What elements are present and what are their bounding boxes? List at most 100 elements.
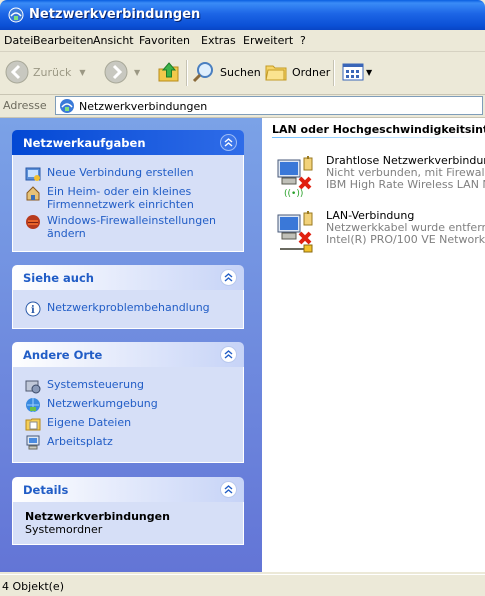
task-firewall-label: Windows-Firewalleinstellungen ändern xyxy=(47,214,216,240)
task-home-network[interactable]: Ein Heim- oder ein kleines Firmennetzwer… xyxy=(25,185,235,211)
menu-help[interactable]: ? xyxy=(300,34,306,47)
other-places-body: Systemsteuerung Netzwerkumgebung Eigene … xyxy=(12,367,244,463)
task-new-connection-label: Neue Verbindung erstellen xyxy=(47,166,194,179)
views-button[interactable]: ▼ xyxy=(341,58,372,86)
other-places-title: Andere Orte xyxy=(23,348,103,362)
link-troubleshooting-label: Netzwerkproblembehandlung xyxy=(47,301,210,314)
details-panel: Details Netzwerkverbindungen Systemordne… xyxy=(12,477,244,545)
up-folder-button[interactable] xyxy=(156,58,182,86)
task-home-network-line2: Firmennetzwerk einrichten xyxy=(47,198,194,211)
forward-arrow-icon xyxy=(104,60,128,84)
folders-label: Ordner xyxy=(292,65,331,79)
new-connection-icon xyxy=(25,167,41,181)
group-divider xyxy=(272,137,485,138)
forward-dropdown-icon[interactable]: ▼ xyxy=(134,68,140,77)
connection-wireless[interactable]: ((•)) Drahtlose Netzwerkverbindung Nicht… xyxy=(274,154,485,198)
my-documents-icon xyxy=(25,418,41,431)
firewall-icon xyxy=(26,215,40,229)
menu-bar: Datei Bearbeiten Ansicht Favoriten Extra… xyxy=(0,30,485,52)
details-type: Systemordner xyxy=(25,523,103,536)
see-also-body: i Netzwerkproblembehandlung xyxy=(12,290,244,329)
network-tasks-title: Netzwerkaufgaben xyxy=(23,136,146,150)
toolbar-separator xyxy=(186,60,188,86)
menu-ansicht[interactable]: Ansicht xyxy=(93,34,134,47)
wireless-connection-icon: ((•)) xyxy=(277,156,313,198)
status-text: 4 Objekt(e) xyxy=(2,580,64,593)
status-bar: 4 Objekt(e) xyxy=(0,574,485,596)
other-places-header[interactable]: Andere Orte xyxy=(12,342,244,367)
network-connections-icon xyxy=(8,7,24,23)
help-info-icon: i xyxy=(25,301,41,317)
search-icon xyxy=(192,62,213,83)
address-label: Adresse xyxy=(3,99,47,112)
views-dropdown-icon[interactable]: ▼ xyxy=(366,68,372,77)
menu-datei[interactable]: Datei xyxy=(4,34,33,47)
network-connections-icon xyxy=(60,99,74,113)
network-tasks-panel: Netzwerkaufgaben Neue Verbindung erstell… xyxy=(12,130,244,252)
link-network-places[interactable]: Netzwerkumgebung xyxy=(25,397,235,413)
task-new-connection[interactable]: Neue Verbindung erstellen xyxy=(25,166,235,182)
link-my-documents-label: Eigene Dateien xyxy=(47,416,132,429)
svg-text:i: i xyxy=(31,305,35,316)
views-icon xyxy=(342,63,364,81)
collapse-chevron-icon[interactable] xyxy=(220,134,237,151)
link-troubleshooting[interactable]: i Netzwerkproblembehandlung xyxy=(25,301,235,317)
menu-bearbeiten[interactable]: Bearbeiten xyxy=(33,34,93,47)
connection-device: IBM High Rate Wireless LAN Mi... xyxy=(326,178,485,191)
back-label: Zurück xyxy=(33,65,72,79)
details-title: Details xyxy=(23,483,69,497)
link-control-panel-label: Systemsteuerung xyxy=(47,378,145,391)
window-title: Netzwerkverbindungen xyxy=(29,7,201,22)
forward-button[interactable]: ▼ xyxy=(104,58,140,86)
menu-erweitert[interactable]: Erweitert xyxy=(243,34,293,47)
up-folder-icon xyxy=(158,62,179,82)
explorer-window: Netzwerkverbindungen Datei Bearbeiten An… xyxy=(0,0,485,596)
connection-lan[interactable]: LAN-Verbindung Netzwerkkabel wurde entfe… xyxy=(274,209,485,253)
search-button[interactable]: Suchen xyxy=(192,58,261,86)
home-network-icon xyxy=(26,186,40,201)
task-firewall-line1: Windows-Firewalleinstellungen xyxy=(47,214,216,227)
task-pane: Netzwerkaufgaben Neue Verbindung erstell… xyxy=(0,118,262,572)
other-places-panel: Andere Orte Systemsteuerung Netzwerkumge xyxy=(12,342,244,463)
task-home-network-line1: Ein Heim- oder ein kleines xyxy=(47,185,192,198)
svg-text:((•)): ((•)) xyxy=(284,189,303,198)
group-header: LAN oder Hochgeschwindigkeitsinternet xyxy=(272,123,485,136)
search-label: Suchen xyxy=(220,65,261,79)
collapse-chevron-icon[interactable] xyxy=(220,481,237,498)
link-my-documents[interactable]: Eigene Dateien xyxy=(25,416,235,432)
lan-connection-icon xyxy=(277,211,313,253)
connection-device: Intel(R) PRO/100 VE Network ... xyxy=(326,233,485,246)
details-name: Netzwerkverbindungen xyxy=(25,510,170,523)
collapse-chevron-icon[interactable] xyxy=(220,346,237,363)
details-header[interactable]: Details xyxy=(12,477,244,502)
see-also-header[interactable]: Siehe auch xyxy=(12,265,244,290)
collapse-chevron-icon[interactable] xyxy=(220,269,237,286)
my-computer-icon xyxy=(26,435,40,450)
back-dropdown-icon[interactable]: ▼ xyxy=(79,68,85,77)
network-tasks-body: Neue Verbindung erstellen Ein Heim- oder… xyxy=(12,155,244,252)
link-control-panel[interactable]: Systemsteuerung xyxy=(25,378,235,394)
details-body: Netzwerkverbindungen Systemordner xyxy=(12,502,244,545)
content-area: LAN oder Hochgeschwindigkeitsinternet ((… xyxy=(262,118,485,572)
link-my-computer[interactable]: Arbeitsplatz xyxy=(25,435,235,451)
back-button[interactable]: Zurück ▼ xyxy=(5,58,86,86)
title-bar[interactable]: Netzwerkverbindungen xyxy=(0,0,485,30)
folders-button[interactable]: Ordner xyxy=(264,58,330,86)
toolbar: Zurück ▼ ▼ Suchen Ordner ▼ xyxy=(0,52,485,95)
network-places-icon xyxy=(26,398,40,412)
folders-icon xyxy=(265,65,287,81)
control-panel-icon xyxy=(25,380,41,394)
link-my-computer-label: Arbeitsplatz xyxy=(47,435,113,448)
back-arrow-icon xyxy=(5,60,29,84)
task-firewall-settings[interactable]: Windows-Firewalleinstellungen ändern xyxy=(25,214,235,240)
task-home-network-label: Ein Heim- oder ein kleines Firmennetzwer… xyxy=(47,185,194,211)
see-also-title: Siehe auch xyxy=(23,271,94,285)
menu-favoriten[interactable]: Favoriten xyxy=(139,34,190,47)
address-field[interactable]: Netzwerkverbindungen xyxy=(55,96,483,115)
link-network-places-label: Netzwerkumgebung xyxy=(47,397,158,410)
toolbar-separator xyxy=(333,60,335,86)
address-value: Netzwerkverbindungen xyxy=(79,100,208,113)
menu-extras[interactable]: Extras xyxy=(201,34,236,47)
task-firewall-line2: ändern xyxy=(47,227,86,240)
network-tasks-header[interactable]: Netzwerkaufgaben xyxy=(12,130,244,155)
